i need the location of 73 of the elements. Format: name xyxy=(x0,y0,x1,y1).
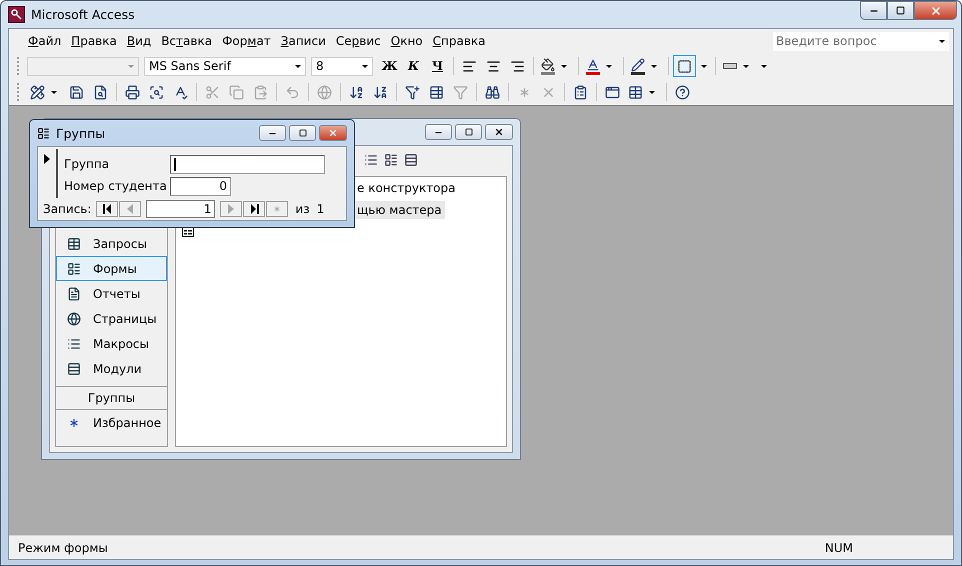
font-color-icon xyxy=(586,58,600,74)
close-icon xyxy=(494,127,504,137)
record-total: 1 xyxy=(316,202,324,216)
paint-bucket-icon xyxy=(541,58,555,74)
dotted-square-icon xyxy=(677,58,692,74)
font-style-button[interactable]: К xyxy=(402,55,425,77)
close-icon xyxy=(930,4,942,16)
menu-item[interactable]: Вставка xyxy=(156,32,218,50)
num-lock-indicator: NUM xyxy=(824,540,853,554)
groups-header[interactable]: Группы xyxy=(56,386,167,410)
maximize-icon xyxy=(464,128,472,136)
left-triangle-icon xyxy=(126,204,134,214)
record-of-label: из xyxy=(295,202,310,216)
sidebar-item[interactable]: Макросы xyxy=(56,331,167,356)
object-list-item[interactable]: е конструктора xyxy=(354,179,458,197)
small-icons-view-icon[interactable] xyxy=(364,153,378,167)
right-triangle-icon xyxy=(227,204,236,214)
menu-item[interactable]: Окно xyxy=(386,32,428,50)
maximize-button[interactable] xyxy=(455,124,482,140)
sidebar-item[interactable]: Запросы xyxy=(56,231,167,256)
record-number-field[interactable]: 1 xyxy=(146,200,216,218)
sidebar-item[interactable]: Отчеты xyxy=(56,281,167,306)
last-record-icon xyxy=(250,204,259,214)
minimize-button[interactable] xyxy=(860,1,887,20)
first-record-button[interactable] xyxy=(96,201,118,217)
close-icon xyxy=(328,128,338,138)
list-view-icon[interactable] xyxy=(384,153,398,167)
object-type-icon xyxy=(67,312,81,326)
font-style-button[interactable]: Ч xyxy=(426,55,449,77)
first-record-icon xyxy=(102,204,112,214)
sidebar-item[interactable]: Избранное xyxy=(56,410,167,435)
last-record-button[interactable] xyxy=(243,201,266,217)
bar-icon xyxy=(723,63,737,69)
sidebar-item[interactable]: Формы xyxy=(56,256,167,281)
object-type-icon xyxy=(67,286,81,300)
asterisk-icon xyxy=(272,204,282,214)
close-button[interactable] xyxy=(485,124,513,140)
menu-item[interactable]: Вид xyxy=(122,32,156,50)
font-size-combo[interactable]: 8 xyxy=(311,56,373,76)
input-field[interactable]: 0 xyxy=(170,176,231,196)
font-combo[interactable]: MS Sans Serif xyxy=(144,56,306,76)
menu-item[interactable]: Записи xyxy=(276,32,331,50)
help-search-field[interactable]: Введите вопрос xyxy=(773,32,949,50)
maximize-button[interactable] xyxy=(289,125,316,141)
menu-item[interactable]: Файл xyxy=(23,32,66,50)
field-label: Группа xyxy=(64,157,110,171)
form-icon xyxy=(182,227,194,237)
form-title: Группы xyxy=(56,126,106,140)
sidebar-item[interactable]: Страницы xyxy=(56,306,167,331)
window-title: Microsoft Access xyxy=(31,7,135,22)
maximize-button[interactable] xyxy=(887,1,914,20)
pencil-icon xyxy=(631,58,645,74)
menu-item[interactable]: Правка xyxy=(66,32,122,50)
object-type-icon xyxy=(67,336,81,350)
object-type-icon xyxy=(67,262,81,276)
menu-item[interactable]: Сервис xyxy=(330,32,386,50)
maximize-icon xyxy=(896,6,905,15)
status-text: Режим формы xyxy=(17,540,108,554)
menu-item[interactable]: Справка xyxy=(428,32,491,50)
input-field[interactable] xyxy=(170,154,325,174)
object-list-item[interactable]: щью мастера xyxy=(354,201,445,219)
maximize-icon xyxy=(298,129,306,137)
font-style-button[interactable]: Ж xyxy=(378,55,401,77)
form-icon xyxy=(37,126,50,140)
record-selector-icon xyxy=(43,154,51,164)
object-type-icon xyxy=(67,362,81,376)
border-button[interactable] xyxy=(673,55,696,77)
sidebar-item[interactable]: Модули xyxy=(56,356,167,381)
menu-item[interactable]: Формат xyxy=(217,32,276,50)
details-view-icon[interactable] xyxy=(404,153,418,167)
record-label: Запись: xyxy=(43,202,92,216)
object-type-icon xyxy=(67,236,81,250)
field-label: Номер студента xyxy=(64,179,168,193)
